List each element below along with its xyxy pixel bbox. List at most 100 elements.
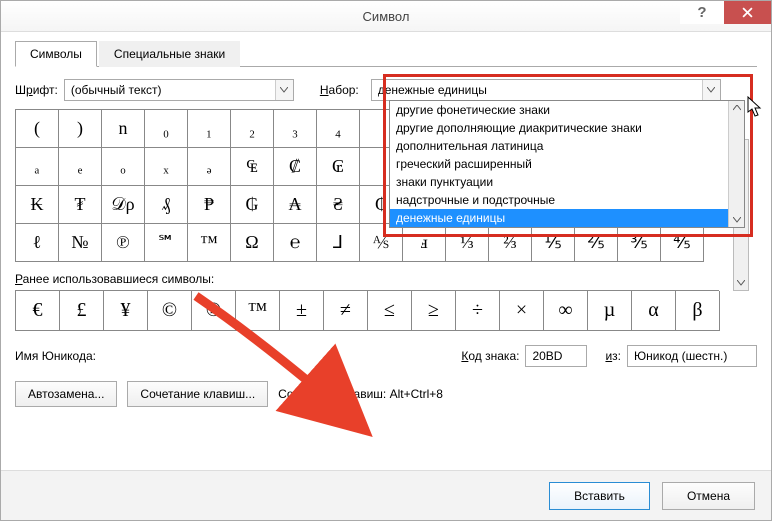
dropdown-item[interactable]: другие фонетические знаки: [390, 101, 744, 119]
recent-symbol-cell[interactable]: ©: [148, 291, 192, 331]
symbol-cell[interactable]: ₐ: [16, 148, 59, 186]
symbol-cell[interactable]: ₢: [317, 148, 360, 186]
recent-symbol-cell[interactable]: ≥: [412, 291, 456, 331]
symbol-cell[interactable]: №: [59, 224, 102, 262]
scroll-up-button[interactable]: [730, 101, 744, 115]
symbol-cell[interactable]: ₱: [188, 186, 231, 224]
symbol-cell[interactable]: ): [59, 110, 102, 148]
recent-symbol-cell[interactable]: ×: [500, 291, 544, 331]
titlebar: Символ ?: [1, 1, 771, 32]
set-combo[interactable]: [371, 79, 721, 101]
symbol-cell[interactable]: (: [16, 110, 59, 148]
symbol-cell[interactable]: ₒ: [102, 148, 145, 186]
chevron-down-icon: [280, 87, 288, 93]
recent-symbol-cell[interactable]: α: [632, 291, 676, 331]
symbol-cell[interactable]: ℠: [145, 224, 188, 262]
set-dropdown-list[interactable]: другие фонетические знакидругие дополняю…: [389, 100, 745, 228]
symbol-cell[interactable]: ℓ: [16, 224, 59, 262]
tab-symbols[interactable]: Символы: [15, 41, 97, 67]
recent-symbol-cell[interactable]: €: [16, 291, 60, 331]
symbol-cell[interactable]: ₓ: [145, 148, 188, 186]
symbol-cell[interactable]: ⅕: [532, 224, 575, 262]
recent-label: Ранее использовавшиеся символы:: [15, 272, 757, 286]
from-combo[interactable]: [627, 345, 757, 367]
symbol-cell[interactable]: ₀: [145, 110, 188, 148]
close-icon: [742, 7, 753, 18]
tab-special[interactable]: Специальные знаки: [99, 41, 240, 67]
symbol-cell[interactable]: ₃: [274, 110, 317, 148]
shortcut-button[interactable]: Сочетание клавиш...: [127, 381, 268, 407]
symbol-cell[interactable]: ⅔: [489, 224, 532, 262]
help-button[interactable]: ?: [680, 1, 724, 24]
cancel-button[interactable]: Отмена: [662, 482, 755, 510]
symbol-cell[interactable]: ⅗: [618, 224, 661, 262]
dropdown-item[interactable]: надстрочные и подстрочные: [390, 191, 744, 209]
symbol-cell[interactable]: ₁: [188, 110, 231, 148]
symbol-cell[interactable]: ₄: [317, 110, 360, 148]
symbol-cell[interactable]: ₂: [231, 110, 274, 148]
dropdown-item[interactable]: греческий расширенный: [390, 155, 744, 173]
symbol-cell[interactable]: ₳: [274, 186, 317, 224]
symbol-cell[interactable]: n: [102, 110, 145, 148]
symbol-cell[interactable]: ℗: [102, 224, 145, 262]
dropdown-item[interactable]: дополнительная латиница: [390, 137, 744, 155]
recent-symbol-cell[interactable]: ±: [280, 291, 324, 331]
symbol-cell[interactable]: ™: [188, 224, 231, 262]
recent-symbol-cell[interactable]: £: [60, 291, 104, 331]
autoreplace-button[interactable]: Автозамена...: [15, 381, 117, 407]
shortcut-text: Сочетание клавиш: Alt+Ctrl+8: [278, 387, 443, 401]
symbol-cell[interactable]: ⅎ: [403, 224, 446, 262]
font-combo[interactable]: [64, 79, 294, 101]
symbol-cell[interactable]: ⅘: [661, 224, 704, 262]
set-combo-arrow[interactable]: [702, 80, 720, 100]
symbol-cell[interactable]: ⅍: [360, 224, 403, 262]
code-input-wrap[interactable]: [525, 345, 587, 367]
from-input[interactable]: [628, 346, 772, 366]
code-label: Код знака:: [461, 349, 519, 363]
symbol-cell[interactable]: ₡: [274, 148, 317, 186]
recent-symbol-cell[interactable]: ÷: [456, 291, 500, 331]
recent-symbol-cell[interactable]: ∞: [544, 291, 588, 331]
symbol-cell[interactable]: ⅃: [317, 224, 360, 262]
recent-symbol-cell[interactable]: ®: [192, 291, 236, 331]
chevron-down-icon: [707, 87, 715, 93]
symbol-cell[interactable]: ⅖: [575, 224, 618, 262]
symbol-cell[interactable]: 𝒟ρ: [102, 186, 145, 224]
dropdown-item[interactable]: знаки пунктуации: [390, 173, 744, 191]
set-label: Набор:: [320, 83, 359, 97]
font-combo-arrow[interactable]: [275, 80, 293, 100]
symbol-dialog: Символ ? Символы Специальные знаки Шрифт…: [0, 0, 772, 521]
symbol-cell[interactable]: ₭: [16, 186, 59, 224]
recent-symbol-cell[interactable]: ¥: [104, 291, 148, 331]
symbol-cell[interactable]: Ω: [231, 224, 274, 262]
insert-button[interactable]: Вставить: [549, 482, 650, 510]
symbol-cell[interactable]: ₑ: [59, 148, 102, 186]
chevron-down-icon: [733, 217, 741, 223]
recent-symbol-cell[interactable]: β: [676, 291, 720, 331]
symbol-cell[interactable]: ₲: [231, 186, 274, 224]
symbol-cell[interactable]: ₴: [317, 186, 360, 224]
symbol-cell[interactable]: ⅓: [446, 224, 489, 262]
chevron-up-icon: [733, 105, 741, 111]
set-input[interactable]: [372, 80, 702, 100]
recent-symbol-cell[interactable]: ≠: [324, 291, 368, 331]
symbol-cell[interactable]: ₮: [59, 186, 102, 224]
close-button[interactable]: [724, 1, 771, 24]
recent-symbol-cell[interactable]: µ: [588, 291, 632, 331]
recent-grid: €£¥©®™±≠≤≥÷×∞µαβ: [15, 290, 719, 331]
symbol-cell[interactable]: ₔ: [188, 148, 231, 186]
scroll-down-button[interactable]: [734, 276, 748, 290]
recent-symbol-cell[interactable]: ™: [236, 291, 280, 331]
dropdown-item[interactable]: денежные единицы: [390, 209, 744, 227]
symbol-cell[interactable]: ₰: [145, 186, 188, 224]
window-title: Символ: [363, 9, 410, 24]
symbol-cell[interactable]: ₠: [231, 148, 274, 186]
dropdown-scrollbar[interactable]: [728, 101, 744, 227]
unicode-name-label: Имя Юникода:: [15, 349, 96, 363]
font-input[interactable]: [65, 80, 275, 100]
dropdown-item[interactable]: другие дополняющие диакритические знаки: [390, 119, 744, 137]
scroll-down-button[interactable]: [730, 213, 744, 227]
dialog-footer: Вставить Отмена: [1, 470, 771, 520]
recent-symbol-cell[interactable]: ≤: [368, 291, 412, 331]
symbol-cell[interactable]: ℮: [274, 224, 317, 262]
